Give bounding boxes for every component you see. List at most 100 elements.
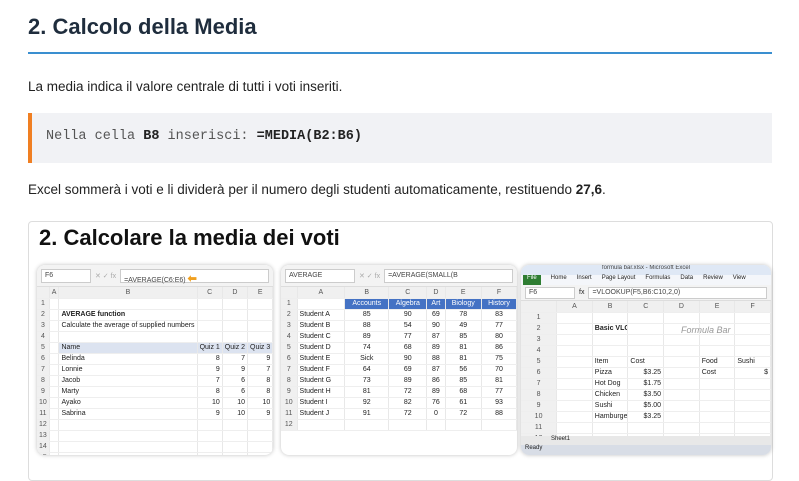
grid-cell[interactable]: 9 <box>222 364 247 375</box>
row-header[interactable]: 11 <box>281 408 297 419</box>
grid-cell[interactable] <box>222 331 247 342</box>
grid-cell[interactable] <box>557 345 593 356</box>
grid-cell[interactable] <box>664 411 700 422</box>
row-header[interactable]: 13 <box>37 430 49 441</box>
grid-cell[interactable]: 70 <box>481 364 516 375</box>
grid-cell[interactable] <box>628 334 664 345</box>
grid-cell[interactable]: 8 <box>197 353 222 364</box>
ribbon-tab[interactable]: View <box>733 275 746 285</box>
grid-cell[interactable]: 74 <box>345 342 389 353</box>
grid-cell[interactable]: Chicken <box>592 389 628 400</box>
grid-cell[interactable]: 49 <box>445 320 481 331</box>
grid-cell[interactable] <box>197 452 222 455</box>
grid-cell[interactable]: 6 <box>222 375 247 386</box>
grid-cell[interactable]: Quiz 1 <box>197 342 222 353</box>
grid-cell[interactable]: 88 <box>345 320 389 331</box>
grid-cell[interactable]: 72 <box>389 386 427 397</box>
grid-cell[interactable] <box>664 345 700 356</box>
grid-cell[interactable] <box>49 353 59 364</box>
grid-cell[interactable]: 89 <box>345 331 389 342</box>
grid-cell[interactable] <box>49 441 59 452</box>
row-header[interactable]: 14 <box>37 441 49 452</box>
grid-cell[interactable] <box>222 441 247 452</box>
row-header[interactable]: 7 <box>521 378 557 389</box>
grid-cell[interactable]: 87 <box>427 331 445 342</box>
grid-cell[interactable] <box>297 298 345 309</box>
grid-cell[interactable]: C <box>389 287 427 298</box>
grid-cell[interactable]: Sabrina <box>59 408 197 419</box>
grid-cell[interactable] <box>664 334 700 345</box>
grid-cell[interactable] <box>49 419 59 430</box>
grid-cell[interactable] <box>49 452 59 455</box>
grid-cell[interactable] <box>248 441 273 452</box>
grid-cell[interactable] <box>59 419 197 430</box>
grid-cell[interactable] <box>664 389 700 400</box>
row-header[interactable]: 5 <box>37 342 49 353</box>
grid-cell[interactable] <box>49 430 59 441</box>
grid-cell[interactable]: 69 <box>389 364 427 375</box>
grid-cell[interactable] <box>49 397 59 408</box>
grid-cell[interactable] <box>735 323 771 334</box>
grid-cell[interactable]: C <box>197 287 222 298</box>
grid-cell[interactable]: $3.50 <box>628 389 664 400</box>
grid-cell[interactable]: B <box>59 287 197 298</box>
grid-cell[interactable]: 7 <box>222 353 247 364</box>
grid-cell[interactable]: 85 <box>445 331 481 342</box>
grid-cell[interactable]: E <box>445 287 481 298</box>
grid-cell[interactable] <box>59 298 197 309</box>
row-header[interactable]: 3 <box>37 320 49 331</box>
grid-cell[interactable] <box>699 312 735 323</box>
grid-cell[interactable] <box>557 411 593 422</box>
grid-cell[interactable] <box>628 422 664 433</box>
grid-cell[interactable]: Quiz 2 <box>222 342 247 353</box>
grid-cell[interactable] <box>557 389 593 400</box>
grid-cell[interactable]: Sushi <box>592 400 628 411</box>
grid-cell[interactable] <box>222 430 247 441</box>
grid-cell[interactable] <box>735 334 771 345</box>
grid-cell[interactable]: Calculate the average of supplied number… <box>59 320 197 331</box>
grid-cell[interactable]: 81 <box>345 386 389 397</box>
grid-cell[interactable]: 90 <box>427 320 445 331</box>
grid-cell[interactable] <box>222 298 247 309</box>
grid-cell[interactable]: Quiz 3 <box>248 342 273 353</box>
row-header[interactable]: 5 <box>521 356 557 367</box>
grid-cell[interactable]: Food <box>699 356 735 367</box>
grid-cell[interactable] <box>592 312 628 323</box>
grid-cell[interactable] <box>49 309 59 320</box>
grid-cell[interactable] <box>49 375 59 386</box>
row-header[interactable]: 7 <box>281 364 297 375</box>
grid-cell[interactable]: 72 <box>445 408 481 419</box>
grid-cell[interactable] <box>248 331 273 342</box>
row-header[interactable]: 1 <box>521 312 557 323</box>
row-header[interactable]: 10 <box>37 397 49 408</box>
row-header[interactable]: 8 <box>37 375 49 386</box>
grid-cell[interactable]: 83 <box>481 309 516 320</box>
grid-cell[interactable]: A <box>49 287 59 298</box>
grid-cell[interactable] <box>248 430 273 441</box>
grid-cell[interactable] <box>481 419 516 430</box>
grid-cell[interactable] <box>735 400 771 411</box>
grid-cell[interactable]: Student C <box>297 331 345 342</box>
grid-cell[interactable] <box>345 419 389 430</box>
grid-cell[interactable] <box>222 419 247 430</box>
grid-cell[interactable]: 86 <box>427 375 445 386</box>
grid-cell[interactable]: 81 <box>445 342 481 353</box>
grid-cell[interactable]: Accounts <box>345 298 389 309</box>
row-header[interactable]: 11 <box>521 422 557 433</box>
grid-cell[interactable] <box>197 320 222 331</box>
row-header[interactable]: 5 <box>281 342 297 353</box>
grid-cell[interactable] <box>49 331 59 342</box>
grid-cell[interactable]: $ <box>735 367 771 378</box>
grid-cell[interactable] <box>699 422 735 433</box>
ribbon-tab[interactable]: File <box>523 275 541 285</box>
grid-cell[interactable]: 68 <box>445 386 481 397</box>
grid-cell[interactable] <box>664 356 700 367</box>
sheet-tab[interactable]: Sheet1 <box>521 436 771 445</box>
grid-cell[interactable]: Student G <box>297 375 345 386</box>
grid-cell[interactable]: Cost <box>628 356 664 367</box>
grid-cell[interactable]: 77 <box>389 331 427 342</box>
grid-cell[interactable]: Student I <box>297 397 345 408</box>
grid-cell[interactable]: Student F <box>297 364 345 375</box>
row-header[interactable]: 9 <box>281 386 297 397</box>
grid-cell[interactable] <box>592 345 628 356</box>
